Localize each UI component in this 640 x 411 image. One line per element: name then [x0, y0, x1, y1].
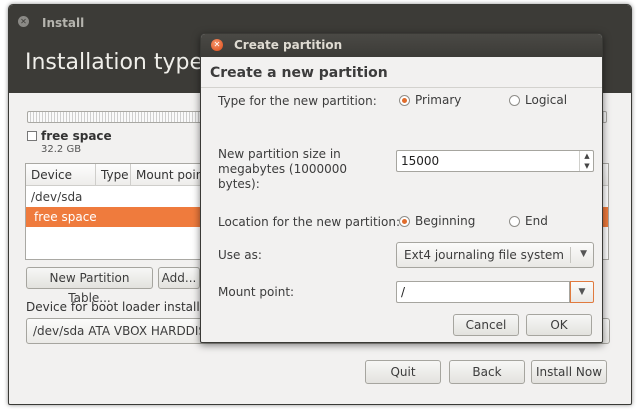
legend-name: free space	[41, 129, 112, 143]
combo-separator	[570, 247, 571, 263]
new-partition-table-button[interactable]: New Partition Table...	[26, 267, 153, 305]
add-partition-button[interactable]: Add...	[158, 267, 200, 289]
use-as-label: Use as:	[218, 248, 262, 262]
spin-down-icon[interactable]: ▼	[580, 161, 594, 171]
page-title: Installation type	[25, 50, 203, 75]
dialog-titlebar: ✕ Create partition	[201, 34, 602, 57]
location-label: Location for the new partition:	[218, 215, 400, 229]
dialog-title: Create partition	[234, 38, 343, 52]
dialog-separator	[201, 87, 602, 88]
install-now-button[interactable]: Install Now	[531, 360, 607, 384]
dialog-close-icon[interactable]: ✕	[211, 39, 223, 51]
window-titlebar: ✕ Install	[9, 5, 631, 35]
column-header-type[interactable]: Type	[96, 164, 131, 186]
logical-radio-label[interactable]: Logical	[525, 94, 567, 107]
end-radio[interactable]	[509, 216, 520, 227]
spin-up-icon[interactable]: ▲	[580, 151, 594, 161]
legend-size: 32.2 GB	[41, 144, 82, 155]
size-input[interactable]	[397, 151, 577, 171]
back-button[interactable]: Back	[449, 360, 525, 384]
mount-point-combo: ▼	[396, 281, 594, 303]
disk-legend: free space 32.2 GB	[27, 129, 112, 155]
size-spinbox: ▲ ▼	[396, 150, 594, 172]
primary-radio[interactable]	[399, 95, 410, 106]
type-label: Type for the new partition:	[218, 94, 377, 108]
mount-point-label: Mount point:	[218, 285, 295, 299]
chevron-down-icon: ▼	[580, 249, 587, 259]
logical-radio[interactable]	[509, 95, 520, 106]
cancel-button[interactable]: Cancel	[453, 314, 519, 336]
use-as-value: Ext4 journaling file system	[404, 248, 564, 262]
legend-swatch-icon	[27, 131, 37, 141]
end-radio-label[interactable]: End	[525, 215, 548, 228]
ok-button[interactable]: OK	[526, 314, 592, 336]
window-title: Install	[42, 16, 85, 30]
column-header-mount-point[interactable]: Mount point	[131, 164, 211, 186]
quit-button[interactable]: Quit	[365, 360, 441, 384]
beginning-radio-label[interactable]: Beginning	[415, 215, 475, 228]
create-partition-dialog: ✕ Create partition Create a new partitio…	[200, 33, 603, 343]
close-icon[interactable]: ✕	[18, 16, 29, 27]
spin-buttons: ▲ ▼	[579, 151, 593, 171]
use-as-select[interactable]: Ext4 journaling file system ▼	[396, 242, 594, 268]
column-header-device[interactable]: Device	[26, 164, 96, 186]
mount-point-dropdown-icon[interactable]: ▼	[570, 281, 594, 303]
beginning-radio[interactable]	[399, 216, 410, 227]
primary-radio-label[interactable]: Primary	[415, 94, 461, 107]
size-label: New partition size in megabytes (1000000…	[218, 147, 348, 191]
mount-point-input[interactable]	[396, 281, 570, 303]
dialog-heading: Create a new partition	[210, 65, 388, 81]
